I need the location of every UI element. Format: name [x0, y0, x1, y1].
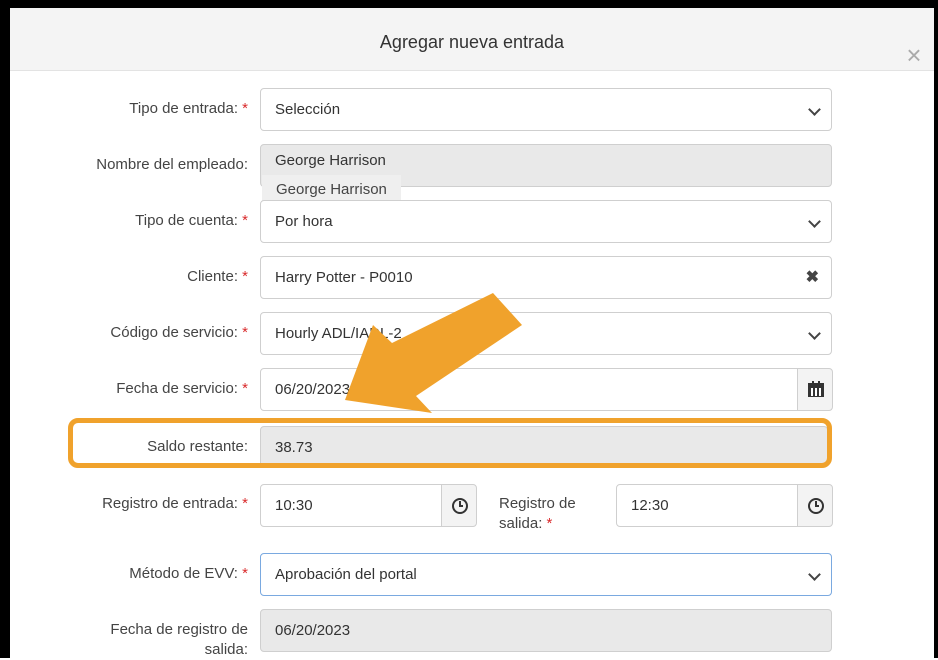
arrow-icon [345, 293, 522, 413]
annotation-arrow-shape [345, 293, 522, 413]
